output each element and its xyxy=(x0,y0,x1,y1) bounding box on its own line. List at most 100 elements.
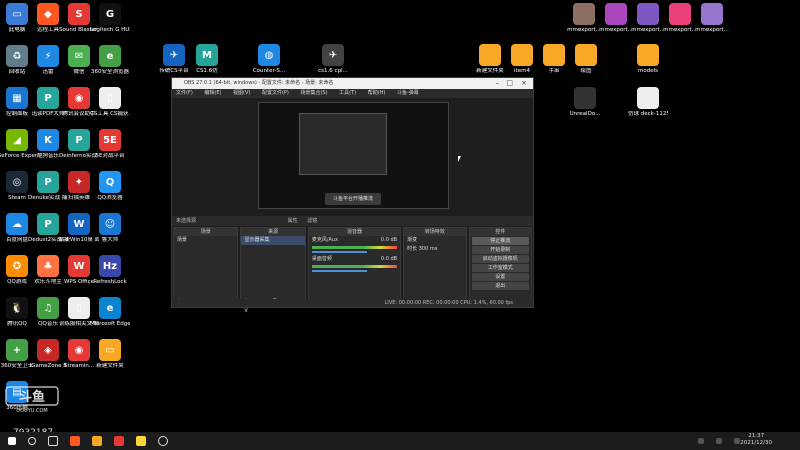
app-icon: ◈ xyxy=(37,339,59,361)
desktop-icon[interactable]: ▯ CS工具 CS捕获... xyxy=(90,87,130,118)
app-icon: + xyxy=(6,339,28,361)
app-icon xyxy=(575,44,597,66)
desktop-icon[interactable]: models xyxy=(628,44,668,75)
menu-file[interactable]: 文件(F) xyxy=(176,90,193,96)
close-icon[interactable]: × xyxy=(521,78,527,89)
properties-button[interactable]: 属性 xyxy=(288,218,298,224)
desktop-icon[interactable]: 绘图 xyxy=(566,44,606,75)
taskbar-app-icon[interactable] xyxy=(136,436,146,446)
scene-item[interactable]: 场景 xyxy=(174,236,237,245)
maximize-icon[interactable]: □ xyxy=(506,78,513,89)
obs-titlebar[interactable]: OBS 27.0.1 (64-bit, windows) - 配置文件: 未命名… xyxy=(172,78,533,89)
taskbar: 21:37 2021/12/30 xyxy=(0,432,800,450)
menu-edit[interactable]: 编辑(E) xyxy=(204,90,221,96)
desktop-icon[interactable]: 仿球 deck-1125 xyxy=(628,87,668,118)
desktop-icon[interactable]: Q QQ浏览器 xyxy=(90,171,130,202)
mixer-dock: 混音器 麦克风/Aux 0.0 dB 桌面音频 0.0 dB xyxy=(307,227,402,307)
tray-icon[interactable] xyxy=(698,438,704,444)
sources-dock-title: 来源 xyxy=(241,228,305,236)
filters-button[interactable]: 滤镜 xyxy=(307,218,317,224)
app-icon: Q xyxy=(99,171,121,193)
taskbar-app-icon[interactable] xyxy=(70,436,80,446)
task-view-icon[interactable] xyxy=(48,436,58,446)
menu-help[interactable]: 帮助(H) xyxy=(368,90,386,96)
desktop-icon[interactable]: 5E 5E对战平台 xyxy=(90,129,130,160)
obs-window-title: OBS 27.0.1 (64-bit, windows) - 配置文件: 未命名… xyxy=(184,80,334,86)
desktop-icon-label: 360安全浏览器 xyxy=(91,69,129,75)
controls-dock-title: 控件 xyxy=(469,228,531,236)
app-icon xyxy=(637,3,659,25)
app-icon: W xyxy=(68,213,90,235)
desktop-icon-label: cs1.6 cpl... xyxy=(318,68,348,74)
desktop-icon-label: mmexport... xyxy=(695,27,729,33)
desktop-icon[interactable]: ✈ cs1.6 cpl... xyxy=(313,44,353,75)
app-icon xyxy=(573,3,595,25)
mixer-track-mic: 麦克风/Aux 0.0 dB xyxy=(311,237,398,243)
desktop-icon[interactable]: M CS1.6仿 xyxy=(187,44,227,75)
desktop-icon-label: Counter-S... xyxy=(252,68,286,74)
app-icon: P xyxy=(68,129,90,151)
menu-scene-collection[interactable]: 场景集合(S) xyxy=(300,90,327,96)
scenes-dock-title: 场景 xyxy=(174,228,238,236)
search-icon[interactable] xyxy=(28,437,36,445)
app-icon: P xyxy=(37,87,59,109)
desktop-icon[interactable]: e Microsoft Edge xyxy=(90,297,130,328)
app-icon: ✈ xyxy=(163,44,185,66)
obs-window[interactable]: OBS 27.0.1 (64-bit, windows) - 配置文件: 未命名… xyxy=(171,77,534,314)
desktop-icon[interactable]: mmexport... xyxy=(692,3,732,34)
app-icon: P xyxy=(37,171,59,193)
douyu-stream-button[interactable]: 斗鱼平台开播推流 xyxy=(325,193,381,205)
app-icon: G xyxy=(99,3,121,25)
app-icon xyxy=(637,87,659,109)
app-icon: P xyxy=(37,213,59,235)
file-explorer-icon[interactable] xyxy=(92,436,102,446)
app-icon xyxy=(605,3,627,25)
tray-icon[interactable] xyxy=(734,438,740,444)
desktop-icon[interactable]: ◍ Counter-S... xyxy=(249,44,289,75)
studio-mode-button[interactable]: 工作室模式 xyxy=(471,264,529,272)
desktop-icon-label: 绘图 xyxy=(580,68,592,74)
desktop-icon[interactable]: e 360安全浏览器 xyxy=(90,45,130,76)
menu-view[interactable]: 视图(V) xyxy=(233,90,250,96)
source-item[interactable]: 显示器采集 xyxy=(241,236,305,245)
app-icon xyxy=(479,44,501,66)
desktop-meter xyxy=(311,265,398,268)
taskbar-clock[interactable]: 21:37 2021/12/30 xyxy=(740,433,772,447)
stop-streaming-button[interactable]: 停止推流 xyxy=(471,237,529,245)
app-icon xyxy=(543,44,565,66)
app-icon: M xyxy=(196,44,218,66)
desktop-icon[interactable]: ☺ 鲁大师 xyxy=(90,213,130,244)
menu-profile[interactable]: 配置文件(P) xyxy=(262,90,289,96)
transition-duration[interactable]: 时长 300 ms xyxy=(404,245,465,254)
app-icon: ✦ xyxy=(68,171,90,193)
minimize-icon[interactable]: – xyxy=(496,78,500,89)
desktop-volume-slider[interactable] xyxy=(311,270,367,272)
obs-statusbar: LIVE: 00:00:00 REC: 00:00:00 CPU: 1.4%, … xyxy=(172,299,533,307)
mic-volume-slider[interactable] xyxy=(311,251,367,253)
transition-type-select[interactable]: 渐变 xyxy=(404,236,465,245)
desktop-icon-label: Logitech G HUB xyxy=(90,27,130,33)
start-recording-button[interactable]: 开始录制 xyxy=(471,246,529,254)
desktop-icon[interactable]: UnrealDo... xyxy=(565,87,605,118)
taskbar-app-icon[interactable] xyxy=(114,436,124,446)
stream-preview[interactable]: 斗鱼平台开播推流 xyxy=(258,102,449,209)
svg-text:斗鱼: 斗鱼 xyxy=(19,389,45,405)
menu-tools[interactable]: 工具(T) xyxy=(339,90,356,96)
tray-icon[interactable] xyxy=(716,438,722,444)
app-icon: ◎ xyxy=(6,171,28,193)
app-icon: ◆ xyxy=(37,3,59,25)
menu-douyu[interactable]: 斗鱼-弹幕 xyxy=(397,90,419,96)
obs-taskbar-icon[interactable] xyxy=(158,436,168,446)
virtual-camera-button[interactable]: 启动虚拟摄像机 xyxy=(471,255,529,263)
start-icon[interactable] xyxy=(8,437,16,445)
app-icon: ⚡ xyxy=(37,45,59,67)
desktop-icon[interactable]: G Logitech G HUB xyxy=(90,3,130,34)
desktop-icon-label: CS1.6仿 xyxy=(196,68,218,74)
controls-dock: 控件 停止推流 开始录制 启动虚拟摄像机 工作室模式 设置 退出 xyxy=(468,227,532,307)
desktop-icon[interactable]: ▭ 新建文件夹 xyxy=(90,339,130,370)
desktop-icon[interactable]: Hz RefreshLock xyxy=(90,255,130,286)
app-icon: 🐧 xyxy=(6,297,28,319)
exit-button[interactable]: 退出 xyxy=(471,282,529,290)
settings-button[interactable]: 设置 xyxy=(471,273,529,281)
app-icon: e xyxy=(99,297,121,319)
